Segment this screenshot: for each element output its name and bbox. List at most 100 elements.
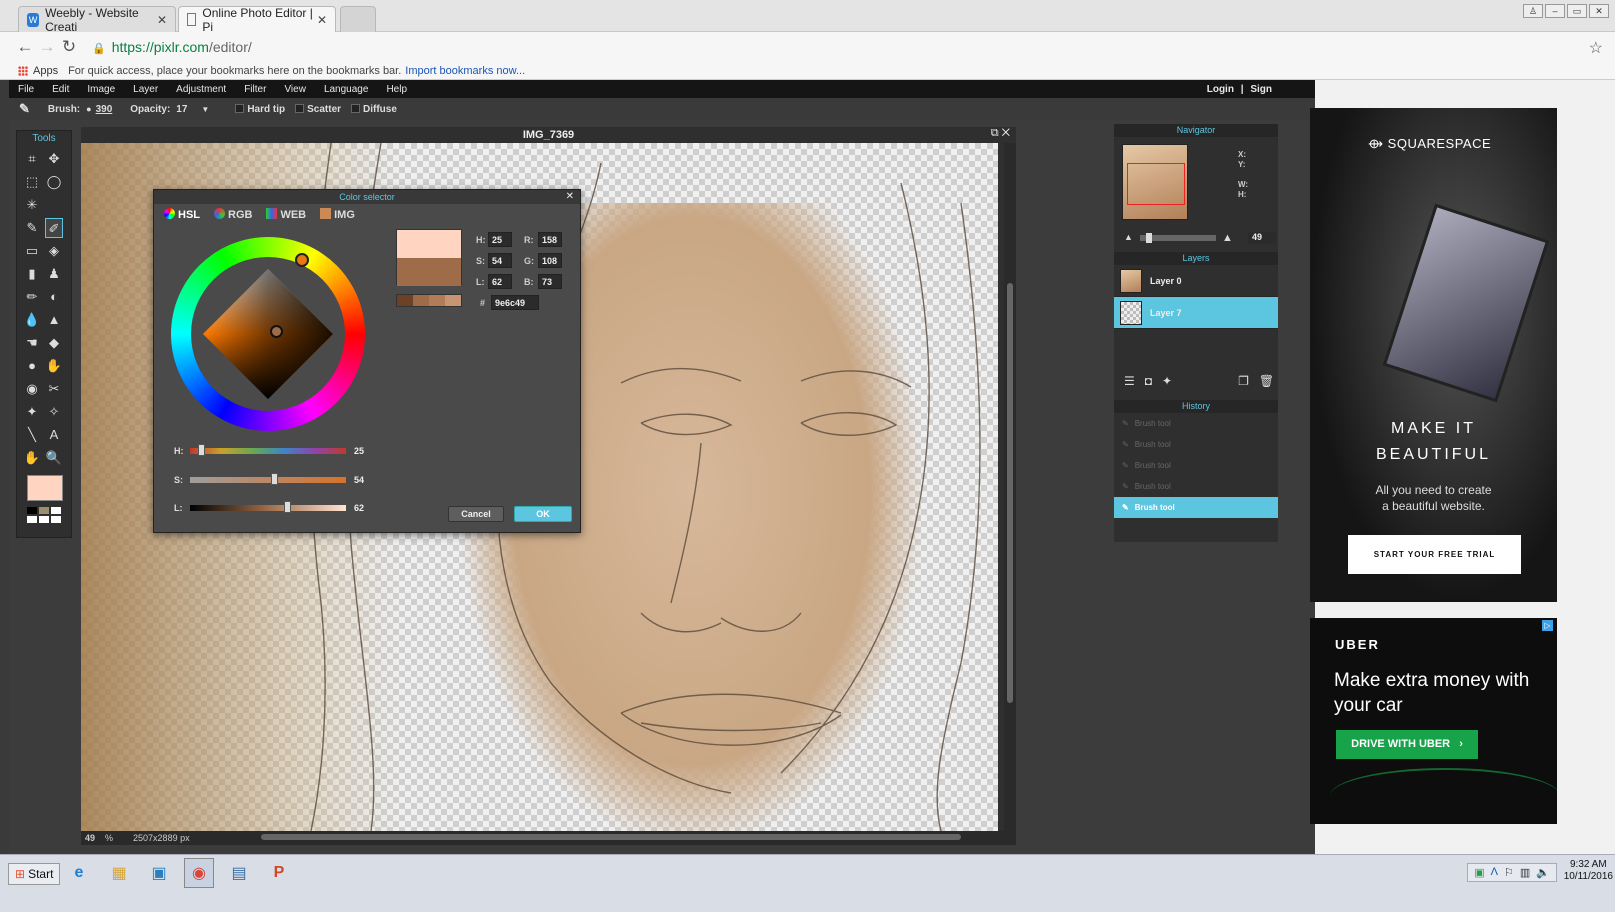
- pencil-icon[interactable]: ✎: [23, 218, 41, 238]
- hard-tip-checkbox[interactable]: [235, 104, 245, 114]
- drop-icon[interactable]: 💧: [23, 310, 41, 330]
- uber-ad[interactable]: ▷ UBER Make extra money with your car DR…: [1310, 618, 1557, 824]
- dodge-icon[interactable]: ✋: [45, 356, 63, 376]
- crop-icon[interactable]: ⌗: [23, 149, 41, 169]
- volume-icon[interactable]: 🔈: [1536, 866, 1550, 879]
- bloat-icon[interactable]: ✦: [23, 402, 41, 422]
- layer-style-icon[interactable]: ✦: [1162, 374, 1172, 388]
- move-icon[interactable]: ✥: [45, 149, 63, 169]
- media-player-icon[interactable]: ▣: [144, 858, 174, 888]
- line-icon[interactable]: ╲: [23, 425, 41, 445]
- layer-settings-icon[interactable]: ☰: [1124, 374, 1135, 388]
- reload-icon[interactable]: ↻: [58, 37, 80, 57]
- recent-color-swatch[interactable]: [445, 295, 461, 306]
- maximize-button[interactable]: ▭: [1567, 4, 1587, 18]
- chrome-icon[interactable]: ◉: [184, 858, 214, 888]
- menu-help[interactable]: Help: [377, 84, 416, 95]
- hard-tip-option[interactable]: Hard tip: [235, 104, 285, 115]
- saturation-track[interactable]: [190, 477, 346, 483]
- g-field[interactable]: 108: [538, 253, 562, 268]
- zoom-value[interactable]: 49: [85, 833, 95, 843]
- adchoices-icon[interactable]: ▷: [1542, 620, 1553, 631]
- close-icon[interactable]: ✕: [566, 191, 574, 202]
- login-label[interactable]: Login: [1207, 84, 1234, 95]
- history-item-selected[interactable]: ✎ Brush tool: [1114, 497, 1278, 518]
- menu-edit[interactable]: Edit: [43, 84, 78, 95]
- close-window-button[interactable]: ✕: [1589, 4, 1609, 18]
- ok-button[interactable]: OK: [514, 506, 572, 522]
- eraser-icon[interactable]: ▭: [23, 241, 41, 261]
- b-field[interactable]: 73: [538, 274, 562, 289]
- saturation-slider[interactable]: S: 54: [174, 473, 434, 487]
- zoom-slider-thumb[interactable]: [1146, 233, 1152, 243]
- gradient-icon[interactable]: ▮: [23, 264, 41, 284]
- color-swatch[interactable]: [27, 516, 37, 523]
- menu-image[interactable]: Image: [78, 84, 124, 95]
- saturation-slider-thumb[interactable]: [271, 473, 279, 485]
- tab-weebly[interactable]: W Weebly - Website Creati ✕: [18, 6, 176, 34]
- diffuse-option[interactable]: Diffuse: [351, 104, 397, 115]
- action-center-flag-icon[interactable]: ⚐: [1504, 866, 1514, 879]
- scatter-checkbox[interactable]: [295, 104, 305, 114]
- menu-file[interactable]: File: [9, 84, 43, 95]
- network-icon[interactable]: ▥: [1520, 866, 1530, 879]
- url-field[interactable]: 🔒 https://pixlr.com/editor/: [92, 39, 252, 55]
- history-item[interactable]: ✎ Brush tool: [1114, 455, 1278, 476]
- hex-field[interactable]: 9e6c49: [491, 295, 540, 310]
- minimize-button[interactable]: –: [1545, 4, 1565, 18]
- horizontal-scrollbar[interactable]: [261, 834, 961, 840]
- foreground-color-swatch[interactable]: [27, 475, 63, 501]
- opacity-value[interactable]: 17: [176, 104, 187, 115]
- hue-marker[interactable]: [295, 253, 309, 267]
- smudge-icon[interactable]: ☚: [23, 333, 41, 353]
- menu-layer[interactable]: Layer: [124, 84, 167, 95]
- bookmark-star-icon[interactable]: ☆: [1589, 38, 1603, 58]
- history-item[interactable]: ✎ Brush tool: [1114, 476, 1278, 497]
- internet-explorer-icon[interactable]: e: [64, 858, 94, 888]
- close-icon[interactable]: ✕: [317, 13, 327, 27]
- tray-app-icon[interactable]: ▣: [1474, 866, 1484, 879]
- spotheal-icon[interactable]: ✂: [45, 379, 63, 399]
- burn-icon[interactable]: ●: [23, 356, 41, 376]
- tray-up-icon[interactable]: Λ: [1491, 866, 1498, 879]
- navigator-thumbnail[interactable]: [1122, 144, 1188, 220]
- user-icon[interactable]: ♙: [1523, 4, 1543, 18]
- l-field[interactable]: 62: [488, 274, 512, 289]
- color-swatch[interactable]: [51, 516, 61, 523]
- drive-with-uber-button[interactable]: DRIVE WITH UBER ›: [1336, 730, 1478, 759]
- recent-color-swatch[interactable]: [429, 295, 445, 306]
- lightness-slider-thumb[interactable]: [283, 501, 291, 513]
- hand-icon[interactable]: ✋: [23, 448, 41, 468]
- text-icon[interactable]: A: [45, 425, 63, 445]
- zoom-field[interactable]: 49: [1248, 232, 1276, 244]
- menu-view[interactable]: View: [275, 84, 315, 95]
- replace-icon[interactable]: ◐: [45, 287, 63, 307]
- wand-icon[interactable]: ✳: [23, 195, 41, 215]
- color-swatch[interactable]: [51, 507, 61, 514]
- close-icon[interactable]: ✕: [1002, 127, 1010, 139]
- history-item[interactable]: ✎ Brush tool: [1114, 434, 1278, 455]
- h-field[interactable]: 25: [488, 232, 512, 247]
- squarespace-ad[interactable]: ⟴ SQUARESPACE MAKE IT BEAUTIFUL All you …: [1310, 108, 1557, 602]
- tab-pixlr[interactable]: Online Photo Editor | Pi ✕: [178, 6, 336, 34]
- import-bookmarks-link[interactable]: Import bookmarks now...: [405, 65, 525, 77]
- zoom-in-icon[interactable]: ▲: [1222, 232, 1233, 244]
- zoom-icon[interactable]: 🔍: [45, 448, 63, 468]
- tab-hsl[interactable]: HSL: [164, 208, 200, 226]
- vertical-scrollbar[interactable]: [1004, 143, 1016, 831]
- zoom-slider[interactable]: [1140, 233, 1216, 243]
- file-explorer-icon[interactable]: ▦: [104, 858, 134, 888]
- color-swatch[interactable]: [39, 507, 49, 514]
- layer-mask-icon[interactable]: ◘: [1145, 374, 1152, 388]
- history-item[interactable]: ✎ Brush tool: [1114, 413, 1278, 434]
- zoom-out-icon[interactable]: ▲: [1124, 232, 1133, 242]
- old-color-preview[interactable]: [397, 258, 461, 286]
- picker-icon[interactable]: ✏: [23, 287, 41, 307]
- opacity-dropdown-icon[interactable]: ▼: [201, 105, 209, 114]
- new-layer-icon[interactable]: ❐: [1238, 374, 1249, 388]
- sharpen-icon[interactable]: ▲: [45, 310, 63, 330]
- sponge-icon[interactable]: ◆: [45, 333, 63, 353]
- scatter-option[interactable]: Scatter: [295, 104, 341, 115]
- diffuse-checkbox[interactable]: [351, 104, 361, 114]
- s-field[interactable]: 54: [488, 253, 512, 268]
